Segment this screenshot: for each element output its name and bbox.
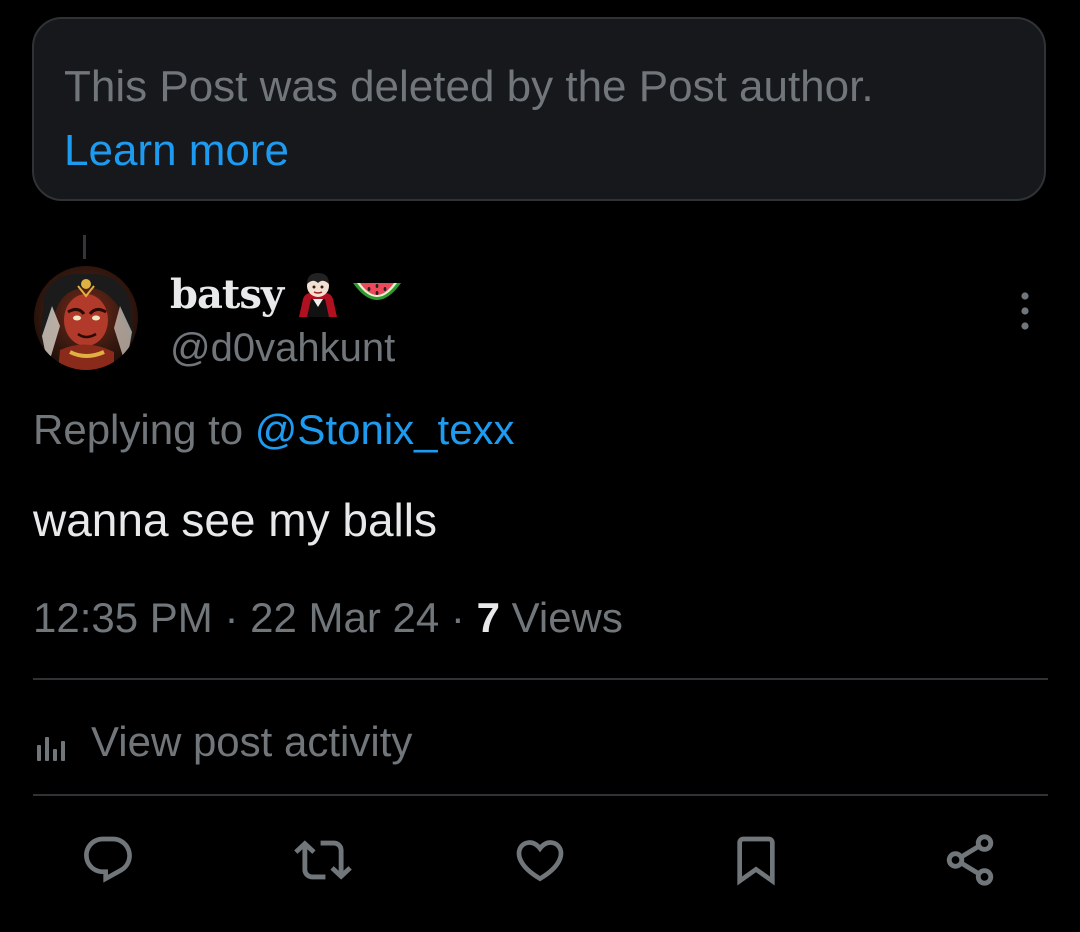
meta-separator: · xyxy=(224,594,239,641)
divider xyxy=(33,794,1048,796)
reply-icon xyxy=(84,836,132,883)
views-label: Views xyxy=(511,594,623,641)
meta-separator: · xyxy=(450,594,465,641)
bar-chart-icon xyxy=(37,737,65,761)
heart-icon xyxy=(516,840,564,882)
view-post-activity-button[interactable]: View post activity xyxy=(33,712,412,772)
author-name-row[interactable]: batsy xyxy=(170,266,402,322)
share-icon xyxy=(946,834,994,886)
bookmark-button[interactable] xyxy=(724,828,788,892)
author-handle[interactable]: @d0vahkunt xyxy=(170,322,395,374)
deleted-post-notice: This Post was deleted by the Post author… xyxy=(32,17,1046,201)
repost-icon xyxy=(294,840,352,880)
divider xyxy=(33,678,1048,680)
repost-button[interactable] xyxy=(291,828,355,892)
post-meta: 12:35 PM · 22 Mar 24 · 7 Views xyxy=(33,589,623,647)
like-button[interactable] xyxy=(508,828,572,892)
replying-to-mention[interactable]: @Stonix_texx xyxy=(255,406,515,453)
watermelon-emoji-icon xyxy=(349,269,402,319)
vampire-emoji-icon xyxy=(293,269,343,319)
avatar[interactable] xyxy=(34,266,138,370)
deleted-notice-text: This Post was deleted by the Post author… xyxy=(64,62,874,111)
post-date[interactable]: 22 Mar 24 xyxy=(250,594,439,641)
more-vertical-icon xyxy=(1021,292,1029,330)
post-time[interactable]: 12:35 PM xyxy=(33,594,213,641)
reply-button[interactable] xyxy=(76,828,140,892)
share-button[interactable] xyxy=(938,828,1002,892)
learn-more-link[interactable]: Learn more xyxy=(64,119,289,183)
replying-to-prefix: Replying to xyxy=(33,406,244,453)
author-display-name[interactable]: batsy xyxy=(170,271,284,318)
more-options-button[interactable] xyxy=(1000,286,1050,336)
view-post-activity-label: View post activity xyxy=(91,718,413,765)
post-text: wanna see my balls xyxy=(33,494,437,546)
thread-connector-line xyxy=(83,235,86,259)
bookmark-icon xyxy=(737,836,775,886)
replying-to-line: Replying to @Stonix_texx xyxy=(33,402,515,458)
views-count: 7 xyxy=(476,594,500,641)
